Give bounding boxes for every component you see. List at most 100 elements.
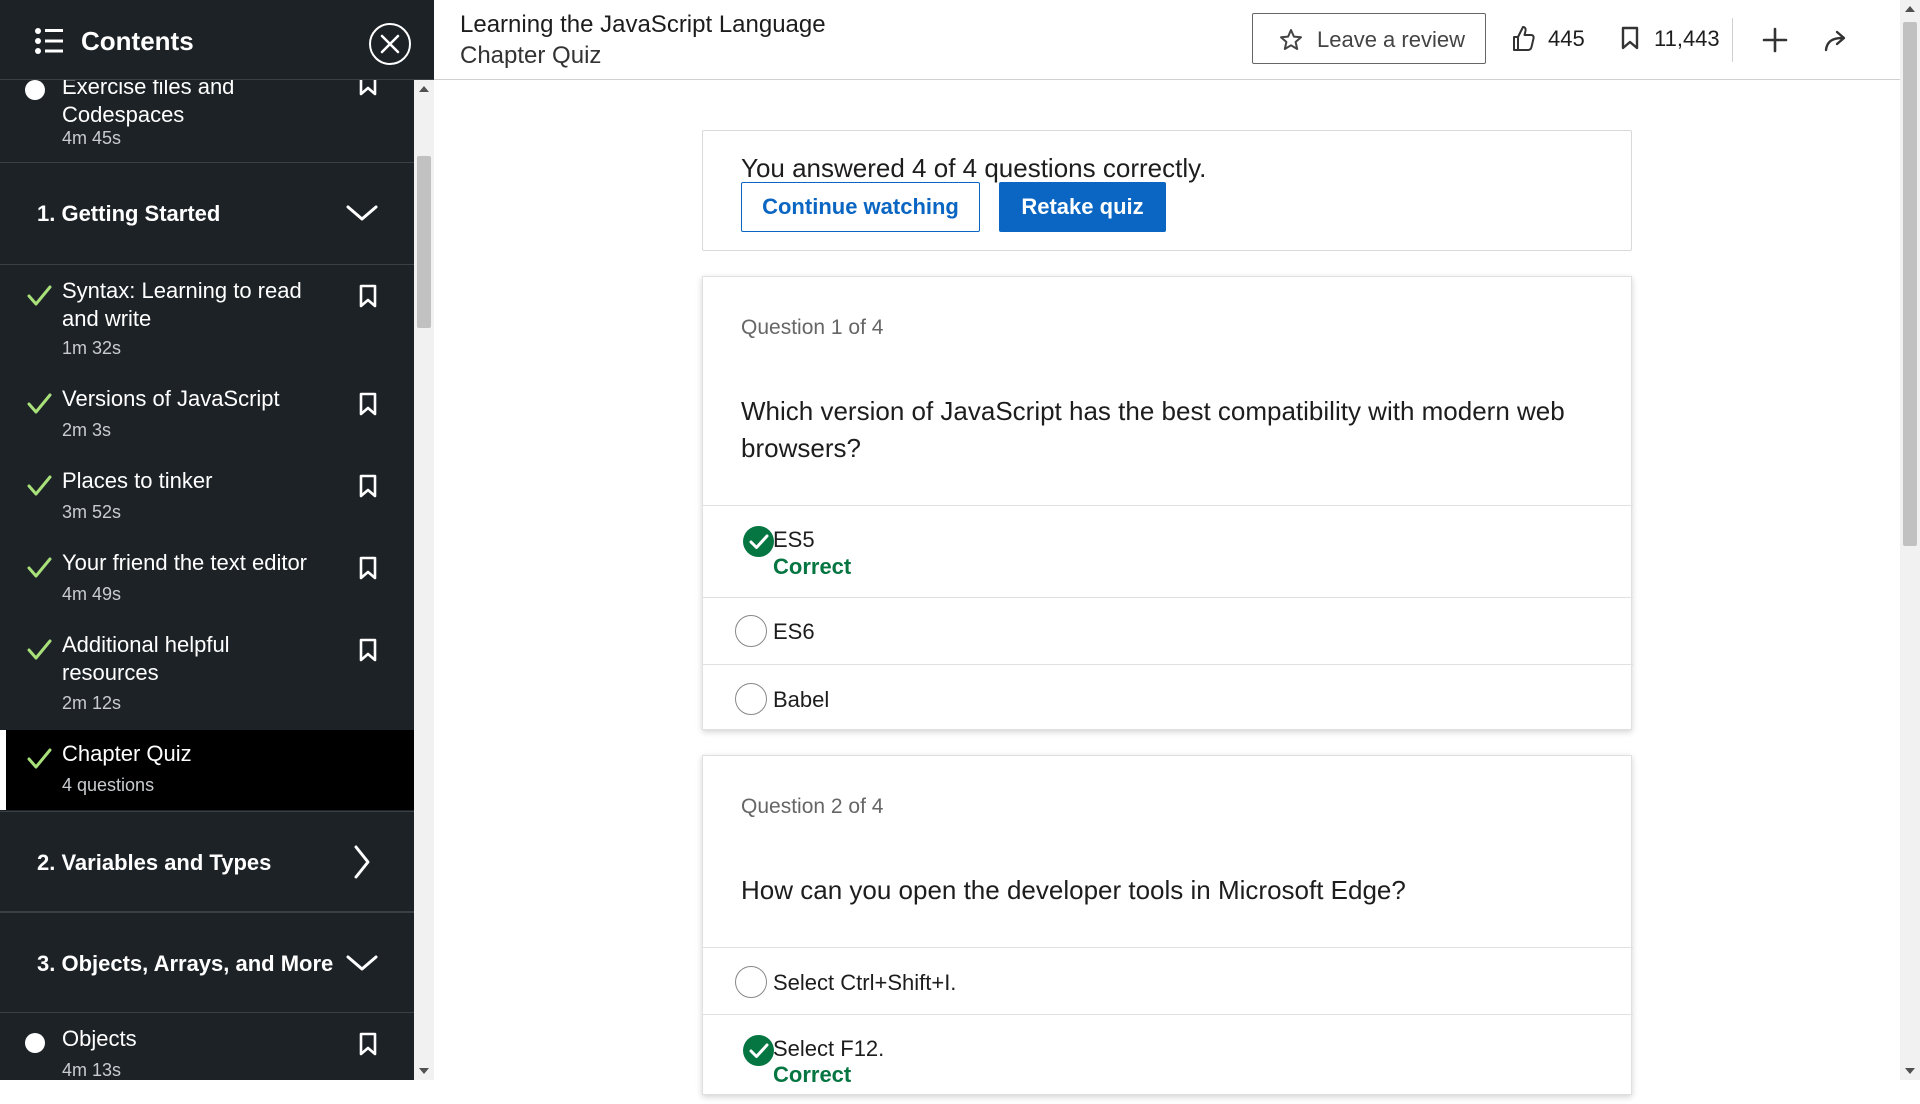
radio-button[interactable]	[735, 615, 767, 647]
scrollbar-thumb[interactable]	[417, 156, 431, 328]
toolbar-divider	[1732, 18, 1733, 62]
continue-watching-button[interactable]: Continue watching	[741, 182, 980, 232]
quiz-summary-card: You answered 4 of 4 questions correctly.…	[702, 130, 1632, 251]
chapter-title: Chapter Quiz	[460, 42, 602, 69]
sidebar-item-exercise-files[interactable]: Exercise files and Codespaces 4m 45s	[0, 80, 414, 160]
bookmark-icon[interactable]	[358, 556, 378, 580]
answer-option[interactable]: Select F12. Correct	[703, 1014, 1633, 1104]
add-icon[interactable]	[1760, 25, 1790, 55]
sidebar-item-places-to-tinker[interactable]: Places to tinker 3m 52s	[0, 457, 414, 539]
answer-text: ES5	[773, 527, 815, 552]
sidebar-item-title: Objects	[62, 1026, 137, 1051]
chevron-right-icon	[354, 845, 370, 879]
scroll-up-arrow-icon[interactable]	[419, 86, 429, 92]
sidebar-item-objects[interactable]: Objects 4m 13s	[0, 1015, 414, 1080]
sidebar-item-duration: 4 questions	[62, 775, 155, 795]
correct-check-icon	[743, 526, 774, 557]
sidebar-item-duration: 4m 49s	[62, 584, 122, 604]
sidebar-item-duration: 1m 32s	[62, 338, 122, 358]
question-text: How can you open the developer tools in …	[741, 875, 1406, 905]
in-progress-dot-icon	[25, 1033, 45, 1053]
answer-option[interactable]: Babel	[703, 664, 1633, 731]
sidebar-list: Exercise files and Codespaces 4m 45s 1. …	[0, 80, 414, 1080]
chevron-down-icon	[346, 205, 378, 221]
section-getting-started[interactable]: 1. Getting Started	[0, 162, 414, 265]
section-title: 1. Getting Started	[37, 201, 221, 226]
sidebar-title: Contents	[81, 26, 194, 56]
bookmark-icon[interactable]	[358, 284, 378, 308]
leave-review-button[interactable]: Leave a review	[1252, 13, 1486, 64]
course-title: Learning the JavaScript Language	[460, 11, 826, 38]
correct-feedback: Correct	[773, 1062, 852, 1087]
sidebar-item-title: Syntax: Learning to read and write	[62, 278, 302, 331]
bookmark-icon[interactable]	[358, 474, 378, 498]
completed-check-icon	[27, 748, 52, 769]
main-scrollbar[interactable]	[1900, 0, 1920, 1080]
leave-review-label: Leave a review	[1317, 27, 1465, 52]
scroll-down-arrow-icon[interactable]	[1905, 1068, 1915, 1074]
completed-check-icon	[27, 557, 52, 578]
radio-button[interactable]	[735, 966, 767, 998]
chevron-down-icon	[346, 955, 378, 971]
save-button[interactable]: 11,443	[1616, 26, 1736, 56]
sidebar-item-title: Versions of JavaScript	[62, 386, 280, 411]
answer-text: Select F12.	[773, 1036, 885, 1061]
section-variables-and-types[interactable]: 2. Variables and Types	[0, 811, 414, 912]
sidebar: Contents Exercise files and Codespaces 4…	[0, 0, 434, 1080]
close-icon	[380, 34, 400, 54]
correct-check-icon	[743, 1035, 774, 1066]
correct-feedback: Correct	[773, 554, 852, 579]
bookmark-icon	[1621, 26, 1639, 50]
question-text: Which version of JavaScript has the best…	[741, 396, 1565, 463]
bookmark-icon[interactable]	[358, 392, 378, 416]
answer-option[interactable]: Select Ctrl+Shift+I.	[703, 947, 1633, 1014]
scroll-down-arrow-icon[interactable]	[419, 1068, 429, 1074]
bookmark-icon[interactable]	[358, 1032, 378, 1056]
question-card: Question 2 of 4 How can you open the dev…	[702, 755, 1633, 1095]
answer-text: ES6	[773, 619, 815, 644]
scrollbar-thumb[interactable]	[1903, 22, 1917, 546]
answer-option[interactable]: ES6	[703, 597, 1633, 664]
likes-count: 445	[1548, 26, 1585, 51]
bookmark-icon[interactable]	[358, 80, 378, 96]
sidebar-item-duration: 4m 45s	[62, 128, 122, 148]
sidebar-header: Contents	[0, 0, 434, 80]
top-bar: Learning the JavaScript Language Chapter…	[434, 0, 1900, 80]
scroll-up-arrow-icon[interactable]	[1905, 6, 1915, 12]
sidebar-item-syntax[interactable]: Syntax: Learning to read and write 1m 32…	[0, 266, 414, 375]
sidebar-item-chapter-quiz[interactable]: Chapter Quiz 4 questions	[0, 730, 414, 810]
sidebar-item-title: Additional helpful resources	[62, 632, 230, 685]
sidebar-item-title: Places to tinker	[62, 468, 213, 493]
completed-check-icon	[27, 639, 52, 660]
answer-text: Select Ctrl+Shift+I.	[773, 970, 957, 995]
sidebar-item-title: Chapter Quiz	[62, 741, 192, 766]
like-button[interactable]: 445	[1510, 26, 1610, 56]
question-number: Question 2 of 4	[741, 795, 884, 818]
retake-quiz-button[interactable]: Retake quiz	[999, 182, 1166, 232]
sidebar-scrollbar[interactable]	[414, 80, 434, 1080]
sidebar-item-title: Your friend the text editor	[62, 550, 308, 575]
answer-option[interactable]: ES5 Correct	[703, 505, 1633, 597]
sidebar-item-duration: 4m 13s	[62, 1060, 122, 1080]
sidebar-item-duration: 3m 52s	[62, 502, 122, 522]
saves-count: 11,443	[1654, 26, 1720, 51]
bookmark-icon[interactable]	[358, 638, 378, 662]
sidebar-item-versions[interactable]: Versions of JavaScript 2m 3s	[0, 375, 414, 457]
completed-check-icon	[27, 393, 52, 414]
quiz-result-text: You answered 4 of 4 questions correctly.	[741, 153, 1207, 183]
answer-text: Babel	[773, 687, 830, 712]
sidebar-item-title: Exercise files and Codespaces	[62, 80, 235, 127]
table-of-contents-icon	[35, 28, 63, 54]
share-icon[interactable]	[1822, 26, 1852, 56]
completed-check-icon	[27, 285, 52, 306]
section-title: 3. Objects, Arrays, and More	[37, 951, 334, 976]
close-sidebar-button[interactable]	[369, 23, 411, 65]
star-icon	[1280, 29, 1302, 50]
thumbs-up-icon	[1513, 26, 1535, 51]
question-card: Question 1 of 4 Which version of JavaScr…	[702, 276, 1633, 731]
radio-button[interactable]	[735, 683, 767, 715]
completed-check-icon	[27, 475, 52, 496]
sidebar-item-text-editor[interactable]: Your friend the text editor 4m 49s	[0, 539, 414, 621]
section-objects-arrays[interactable]: 3. Objects, Arrays, and More	[0, 912, 414, 1013]
sidebar-item-helpful-resources[interactable]: Additional helpful resources 2m 12s	[0, 621, 414, 730]
